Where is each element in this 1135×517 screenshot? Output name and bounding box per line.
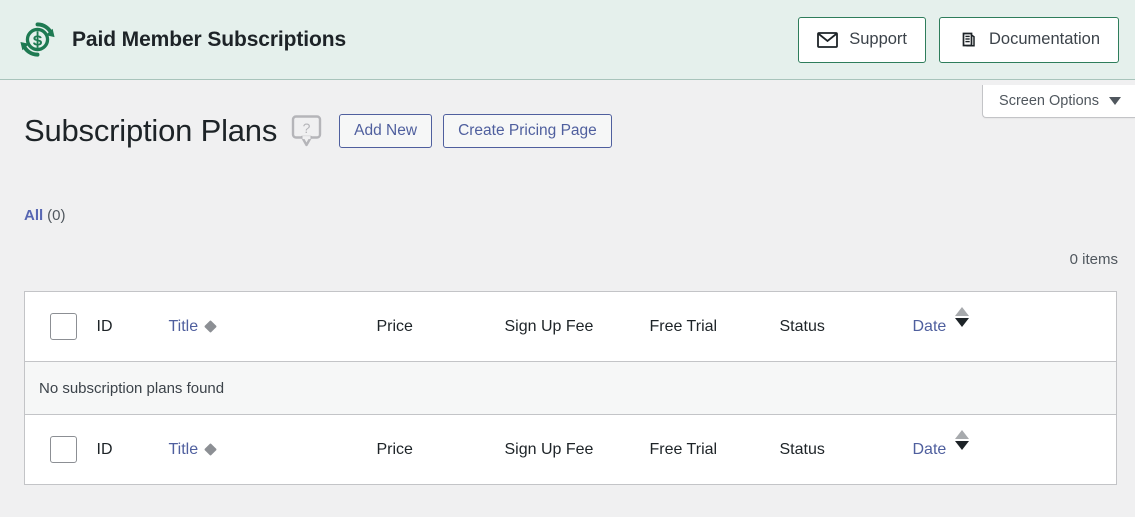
support-button-label: Support xyxy=(849,30,908,48)
sort-diamond-icon-footer xyxy=(204,442,218,456)
column-header-free-trial: Free Trial xyxy=(649,291,780,363)
documentation-button[interactable]: Documentation xyxy=(939,16,1119,63)
table-header-row: ID Title Price Sign Up Fee Free Trial St… xyxy=(24,291,1117,363)
app-title: Paid Member Subscriptions xyxy=(72,27,347,51)
items-count: 0 items xyxy=(1069,251,1118,269)
money-cycle-icon: S xyxy=(18,20,57,59)
subsubsub-filters: All (0) xyxy=(24,149,1118,224)
documentation-button-label: Documentation xyxy=(989,30,1100,48)
add-new-button[interactable]: Add New xyxy=(339,113,433,148)
column-footer-free-trial: Free Trial xyxy=(649,414,780,485)
sort-arrows-icon-footer[interactable] xyxy=(955,429,970,450)
sort-arrows-icon[interactable] xyxy=(955,306,970,327)
column-footer-id: ID xyxy=(96,414,169,485)
page-header: Subscription Plans ? Add New Create Pric… xyxy=(24,80,1118,149)
header-actions: Support Documentation xyxy=(798,16,1119,63)
app-header-bar: S Paid Member Subscriptions Support xyxy=(0,0,1135,80)
brand-block: S Paid Member Subscriptions xyxy=(18,20,346,59)
sort-descending-icon-footer xyxy=(955,440,970,450)
column-header-status: Status xyxy=(779,291,913,363)
table-foot: ID Title Price Sign Up Fee Free Trial St… xyxy=(24,414,1117,485)
column-footer-price: Price xyxy=(376,414,505,485)
sort-diamond-icon xyxy=(204,319,218,333)
sort-ascending-icon-footer xyxy=(955,429,970,439)
filter-all-count: (0) xyxy=(47,207,66,225)
column-header-signup-fee: Sign Up Fee xyxy=(504,291,650,363)
column-footer-signup-fee: Sign Up Fee xyxy=(504,414,650,485)
column-header-id: ID xyxy=(96,291,169,363)
sort-date-link-footer[interactable]: Date xyxy=(913,441,947,459)
sort-title-link[interactable]: Title xyxy=(169,318,199,336)
svg-text:?: ? xyxy=(303,120,311,136)
select-all-header xyxy=(24,291,97,363)
page-content: Subscription Plans ? Add New Create Pric… xyxy=(0,80,1135,486)
column-footer-title[interactable]: Title xyxy=(168,414,377,485)
table-footer-row: ID Title Price Sign Up Fee Free Trial St… xyxy=(24,414,1117,485)
create-pricing-page-button[interactable]: Create Pricing Page xyxy=(443,113,612,148)
table-head: ID Title Price Sign Up Fee Free Trial St… xyxy=(24,291,1117,363)
subscription-plans-table: ID Title Price Sign Up Fee Free Trial St… xyxy=(24,291,1117,486)
sort-ascending-icon xyxy=(955,306,970,316)
select-all-checkbox[interactable] xyxy=(50,313,77,341)
select-all-checkbox-footer[interactable] xyxy=(50,436,77,464)
sort-date-link[interactable]: Date xyxy=(913,318,947,336)
empty-state-row: No subscription plans found xyxy=(24,361,1117,415)
envelope-icon xyxy=(817,31,839,48)
column-footer-status: Status xyxy=(779,414,913,485)
table-body: No subscription plans found xyxy=(24,361,1117,415)
column-footer-date[interactable]: Date xyxy=(912,414,1117,485)
sort-title-link-footer[interactable]: Title xyxy=(169,441,199,459)
column-header-price: Price xyxy=(376,291,505,363)
sort-descending-icon xyxy=(955,317,970,327)
select-all-footer-header xyxy=(24,414,97,485)
support-button[interactable]: Support xyxy=(798,16,927,63)
column-header-title[interactable]: Title xyxy=(168,291,377,363)
column-header-date[interactable]: Date xyxy=(912,291,1117,363)
filter-all-link[interactable]: All xyxy=(24,207,43,224)
page-title: Subscription Plans xyxy=(24,113,278,148)
document-pages-icon xyxy=(958,30,978,50)
empty-state-message: No subscription plans found xyxy=(24,361,1117,415)
help-question-bubble-icon[interactable]: ? xyxy=(291,114,322,149)
